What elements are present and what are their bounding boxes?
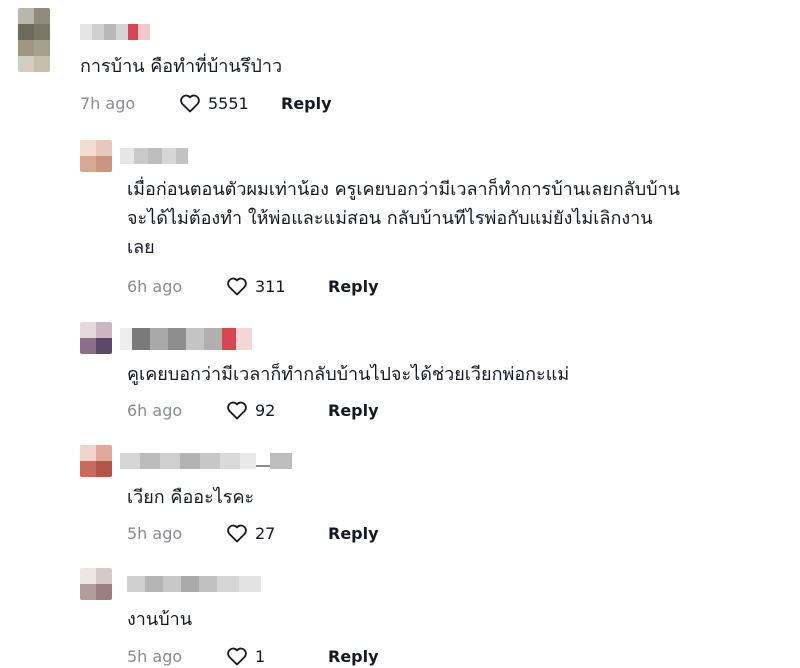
avatar[interactable] — [80, 445, 112, 477]
like-button[interactable]: 311 — [225, 274, 328, 298]
like-button[interactable]: 1 — [225, 644, 328, 668]
like-button[interactable]: 27 — [225, 521, 328, 545]
avatar[interactable] — [80, 140, 112, 172]
comment-meta: 6h ago 311 Reply — [127, 274, 379, 298]
avatar[interactable] — [80, 568, 112, 600]
heart-outline-icon — [227, 524, 247, 543]
username-blurred[interactable] — [127, 576, 261, 592]
reply-button[interactable]: Reply — [328, 524, 379, 543]
like-button[interactable]: 92 — [225, 398, 328, 422]
username-blurred[interactable] — [120, 453, 292, 469]
heart-outline-icon — [180, 94, 200, 113]
comment-text: การบ้าน คือทำที่บ้านรึป่าว — [80, 56, 283, 77]
comment-meta: 6h ago 92 Reply — [127, 398, 379, 422]
comment-meta: 7h ago 5551 Reply — [80, 91, 332, 115]
comment-time: 7h ago — [80, 93, 136, 113]
comment-text: งานบ้าน — [127, 609, 193, 630]
reply-button[interactable]: Reply — [281, 94, 332, 113]
heart-outline-icon — [227, 647, 247, 666]
comment-time: 5h ago — [127, 523, 183, 543]
like-count: 311 — [255, 276, 286, 296]
heart-outline-icon — [227, 277, 247, 296]
comment-time: 6h ago — [127, 400, 183, 420]
reply-button[interactable]: Reply — [328, 401, 379, 420]
avatar[interactable] — [18, 8, 50, 72]
like-button[interactable]: 5551 — [178, 91, 281, 115]
comment-text: คูเคยบอกว่ามีเวลาก็ทำกลับบ้านไปจะได้ช่วย… — [127, 364, 570, 385]
like-count: 27 — [255, 523, 276, 543]
like-count: 92 — [255, 400, 276, 420]
username-blurred[interactable] — [80, 24, 150, 40]
like-count: 5551 — [208, 93, 249, 113]
heart-outline-icon — [227, 401, 247, 420]
username-blurred[interactable] — [120, 328, 252, 350]
username-blurred[interactable] — [120, 148, 188, 164]
comment-text: เวียก คืออะไรคะ — [127, 487, 255, 508]
comment-meta: 5h ago 1 Reply — [127, 644, 379, 668]
comment-time: 6h ago — [127, 276, 183, 296]
comment-text: เมื่อก่อนตอนตัวผมเท่าน้อง ครูเคยบอกว่ามี… — [127, 179, 680, 258]
reply-button[interactable]: Reply — [328, 277, 379, 296]
comment-meta: 5h ago 27 Reply — [127, 521, 379, 545]
avatar[interactable] — [80, 322, 112, 354]
